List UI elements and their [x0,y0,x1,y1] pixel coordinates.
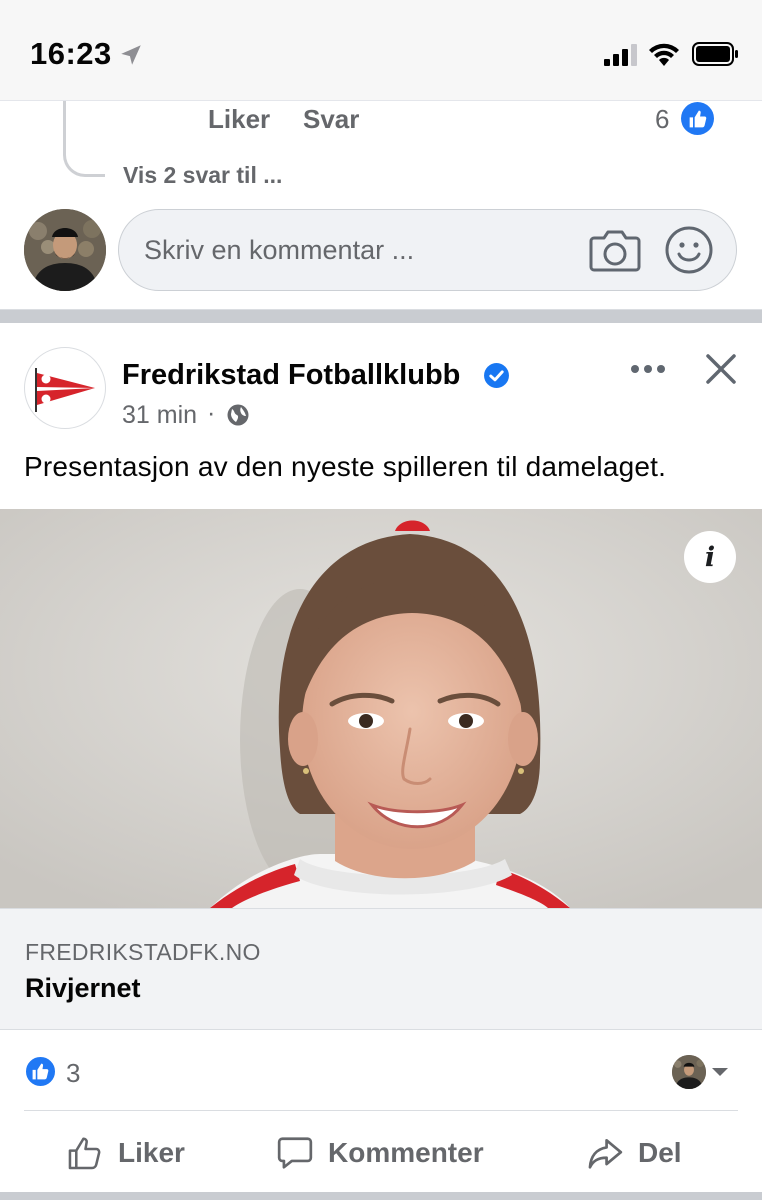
link-preview-image[interactable] [0,509,762,908]
caret-down-icon[interactable] [710,1066,730,1078]
location-arrow-icon [121,45,141,65]
comment-label: Kommenter [328,1137,484,1168]
avatar[interactable] [672,1055,706,1089]
info-icon[interactable]: i [684,531,736,583]
divider [0,100,762,101]
thumbs-up-icon[interactable] [24,1055,57,1088]
post-timestamp[interactable]: 31 min [122,401,197,430]
link-title: Rivjernet [25,973,141,1003]
close-icon[interactable] [704,352,738,386]
view-replies-link[interactable]: Vis 2 svar til ... [123,162,282,189]
wifi-icon [649,43,679,66]
like-label: Liker [118,1137,185,1168]
comment-like-button[interactable]: Liker [208,104,270,135]
page-logo[interactable] [24,347,106,429]
comment-like-count[interactable]: 6 [655,104,669,135]
more-icon[interactable] [630,363,666,375]
divider [24,1110,738,1111]
like-button[interactable]: Liker [66,1130,185,1176]
link-preview[interactable]: FREDRIKSTADFK.NO Rivjernet [0,908,762,1030]
share-arrow-icon [588,1138,623,1169]
meta-separator: · [207,399,216,427]
battery-icon [692,42,738,66]
comment-button[interactable]: Kommenter [276,1130,484,1176]
link-domain: FREDRIKSTADFK.NO [25,939,261,965]
comment-reply-button[interactable]: Svar [303,104,359,135]
share-button[interactable]: Del [586,1130,682,1176]
status-time: 16:23 [30,36,112,71]
globe-icon [227,404,249,426]
signal-icon [604,44,637,66]
share-label: Del [638,1137,682,1168]
comment-input[interactable]: Skriv en kommentar ... [118,209,737,291]
post-text: Presentasjon av den nyeste spilleren til… [24,451,667,482]
thread-line [63,101,105,177]
thumbs-up-icon[interactable] [681,102,714,135]
comment-bubble-icon [277,1137,313,1169]
status-bar: 16:23 [0,0,762,100]
comment-placeholder: Skriv en kommentar ... [144,235,415,265]
smile-icon[interactable] [664,225,714,275]
feed-separator [0,1192,762,1200]
verified-badge-icon [484,363,509,388]
thumbs-up-icon [68,1137,101,1170]
reaction-count[interactable]: 3 [66,1058,80,1089]
avatar[interactable] [24,209,106,291]
camera-icon[interactable] [589,225,641,275]
feed-separator [0,309,762,323]
page-name[interactable]: Fredrikstad Fotballklubb [122,359,460,392]
